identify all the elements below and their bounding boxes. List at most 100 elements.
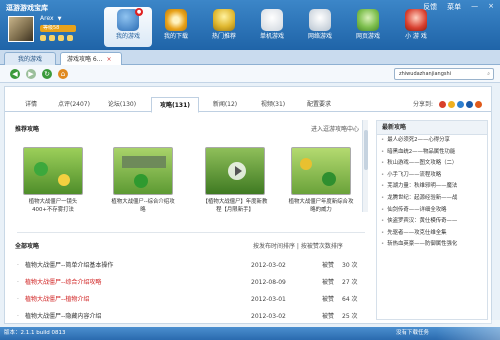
tab-requirements[interactable]: 配置要求 <box>297 97 341 112</box>
plant-sprite-icon <box>322 172 336 186</box>
status-icon <box>49 35 55 41</box>
web-game-icon <box>357 9 379 31</box>
vote-count: 64 次 <box>342 296 358 303</box>
tab-videos[interactable]: 视频(31) <box>251 97 295 112</box>
scrollbar-thumb[interactable] <box>364 130 368 170</box>
main-nav: 我的游戏 ● 我的下载 热门推荐 单机游戏 网络游戏 网页游戏 小 游 戏 <box>104 7 440 47</box>
latest-guide-item[interactable]: • 仙剑传奇——详细全攻略 <box>377 205 487 217</box>
zombie-sprite-icon <box>122 156 166 168</box>
latest-guide-item[interactable]: • 芜湖力量：秋维邪明——魔法 <box>377 181 487 193</box>
version-text: 版本：2.1.1 build 0813 <box>4 330 66 336</box>
guide-title[interactable]: 植物大战僵尸--植物介绍 <box>25 294 89 306</box>
guide-card-caption[interactable]: 植物大战僵尸一镜头400+不存雾打法 <box>19 198 87 214</box>
guide-card[interactable]: 植物大战僵尸年度新综合攻略的威力 <box>287 147 355 214</box>
vote-count: 25 次 <box>342 313 358 320</box>
refresh-icon[interactable]: ↻ <box>42 69 52 79</box>
trophy-icon <box>213 9 235 31</box>
vote-label: 被赞 <box>322 313 335 320</box>
guide-card[interactable]: 植物大战僵尸--综合介绍攻略 <box>109 147 177 214</box>
level-badge: 等级58 <box>40 25 76 32</box>
guide-card-caption[interactable]: 【植物大战僵尸】年度新教程【月限新手】 <box>201 198 269 214</box>
tab-news[interactable]: 新闻(12) <box>203 97 247 112</box>
tab-details[interactable]: 详情 <box>13 97 49 112</box>
nav-my-downloads[interactable]: 我的下载 <box>152 7 200 47</box>
guide-row[interactable]: · 植物大战僵尸--综合介绍攻略 2012-08-09 被赞 27 次 <box>15 277 360 289</box>
guide-row[interactable]: · 植物大战僵尸--简单介绍基本操作 2012-03-02 被赞 30 次 <box>15 260 360 272</box>
vote-label: 被赞 <box>322 279 335 286</box>
share-kaixin-icon[interactable] <box>466 101 473 108</box>
content-scrollbar[interactable] <box>362 120 368 212</box>
guide-thumbnail[interactable] <box>113 147 173 195</box>
nav-single-player[interactable]: 单机游戏 <box>248 7 296 47</box>
plant-sprite-icon <box>34 162 48 176</box>
tab-guides[interactable]: 攻略(131) <box>151 97 199 113</box>
sort-options[interactable]: 按发布时间排序 | 按被赞次数排序 <box>253 241 343 250</box>
nav-web-games[interactable]: 网页游戏 <box>344 7 392 47</box>
page-tabs: 详情 点评(2407) 论坛(130) 攻略(131) 新闻(12) 视频(31… <box>5 97 491 113</box>
plant-sprite-icon <box>58 174 70 186</box>
latest-guide-item[interactable]: • 小手飞刀——流程攻略 <box>377 170 487 182</box>
recommend-title: 推荐攻略 <box>15 126 40 133</box>
guide-center-link[interactable]: 进入逗游攻略中心 <box>311 124 359 133</box>
latest-guide-item[interactable]: • 先驱者——攻克仕维全集 <box>377 228 487 240</box>
guide-row[interactable]: · 植物大战僵尸--隐藏内容介绍 2012-03-02 被赞 25 次 <box>15 311 360 323</box>
latest-guide-item[interactable]: • 秋山游戏——图文攻略（二） <box>377 158 487 170</box>
small-game-icon <box>405 9 427 31</box>
nav-hot-recommend[interactable]: 热门推荐 <box>200 7 248 47</box>
main-content: 详情 点评(2407) 论坛(130) 攻略(131) 新闻(12) 视频(31… <box>4 86 492 324</box>
share-renren-icon[interactable] <box>457 101 464 108</box>
play-triangle-icon <box>235 166 242 176</box>
address-input[interactable]: zhiwudazhanjiangshi ⌕ <box>394 68 494 80</box>
guide-title[interactable]: 植物大战僵尸--综合介绍攻略 <box>25 277 101 289</box>
back-arrow-icon[interactable]: ◀ <box>10 69 20 79</box>
search-icon[interactable]: ⌕ <box>487 69 490 79</box>
nav-online-games[interactable]: 网络游戏 <box>296 7 344 47</box>
menu-button[interactable]: 菜单 <box>447 2 461 12</box>
user-status-icons <box>40 35 73 41</box>
download-status[interactable]: 没有下载任务 <box>396 327 429 340</box>
tab-my-games[interactable]: 我的游戏 <box>4 52 56 65</box>
guide-date: 2012-03-02 <box>251 262 286 269</box>
close-tab-icon[interactable]: × <box>106 56 111 63</box>
share-qzone-icon[interactable] <box>448 101 455 108</box>
all-guides-title: 全部攻略 <box>15 243 40 250</box>
guide-card[interactable]: 植物大战僵尸一镜头400+不存雾打法 <box>19 147 87 214</box>
guide-card-caption[interactable]: 植物大战僵尸年度新综合攻略的威力 <box>287 198 355 214</box>
share-weibo-icon[interactable] <box>439 101 446 108</box>
guide-card-caption[interactable]: 植物大战僵尸--综合介绍攻略 <box>109 198 177 214</box>
latest-guide-item[interactable]: • 斩热血英豪——防御属性强化 <box>377 239 487 251</box>
chevron-down-icon: ▼ <box>57 16 62 22</box>
home-icon[interactable]: ⌂ <box>58 69 68 79</box>
vote-label: 被赞 <box>322 296 335 303</box>
share-douban-icon[interactable] <box>475 101 482 108</box>
close-icon[interactable]: × <box>488 2 494 12</box>
status-icon <box>58 35 64 41</box>
latest-guide-item[interactable]: • 侠盗罗宾汉：黄仕模传奇—— <box>377 216 487 228</box>
guide-title[interactable]: 植物大战僵尸--简单介绍基本操作 <box>25 260 113 272</box>
guide-title[interactable]: 植物大战僵尸--隐藏内容介绍 <box>25 311 101 323</box>
header-bar: 逗游游戏宝库 反馈 菜单 — × Arex▼ 等级58 我的游戏 ● 我的下载 <box>0 0 500 50</box>
username[interactable]: Arex ▼ <box>40 15 61 22</box>
tab-forum[interactable]: 论坛(130) <box>99 97 145 112</box>
minimize-icon[interactable]: — <box>471 2 478 12</box>
vote-count: 27 次 <box>342 279 358 286</box>
guide-thumbnail[interactable] <box>291 147 351 195</box>
notification-badge: ● <box>135 8 143 16</box>
forward-arrow-icon[interactable]: ▶ <box>26 69 36 79</box>
latest-guide-item[interactable]: • 最人必须死2——心得分享 <box>377 135 487 147</box>
guide-card[interactable]: 【植物大战僵尸】年度新教程【月限新手】 <box>201 147 269 214</box>
guide-thumbnail[interactable] <box>205 147 265 195</box>
latest-guide-item[interactable]: • 暗黑血统2——物品属性功能 <box>377 147 487 159</box>
tab-reviews[interactable]: 点评(2407) <box>49 97 99 112</box>
browser-toolbar: ◀ ▶ ↻ ⌂ zhiwudazhanjiangshi ⌕ <box>0 65 500 83</box>
guide-thumbnail[interactable] <box>23 147 83 195</box>
guide-row[interactable]: · 植物大战僵尸--植物介绍 2012-03-01 被赞 64 次 <box>15 294 360 306</box>
nav-mini-games[interactable]: 小 游 戏 <box>392 7 440 47</box>
section-divider <box>17 232 365 233</box>
tab-game-guides[interactable]: 游戏攻略 6... × <box>60 52 122 65</box>
avatar[interactable] <box>8 16 34 42</box>
guide-date: 2012-03-01 <box>251 296 286 303</box>
nav-my-games[interactable]: 我的游戏 ● <box>104 7 152 47</box>
vote-count: 30 次 <box>342 262 358 269</box>
latest-guide-item[interactable]: • 龙腾世纪：起源经验新——战 <box>377 193 487 205</box>
